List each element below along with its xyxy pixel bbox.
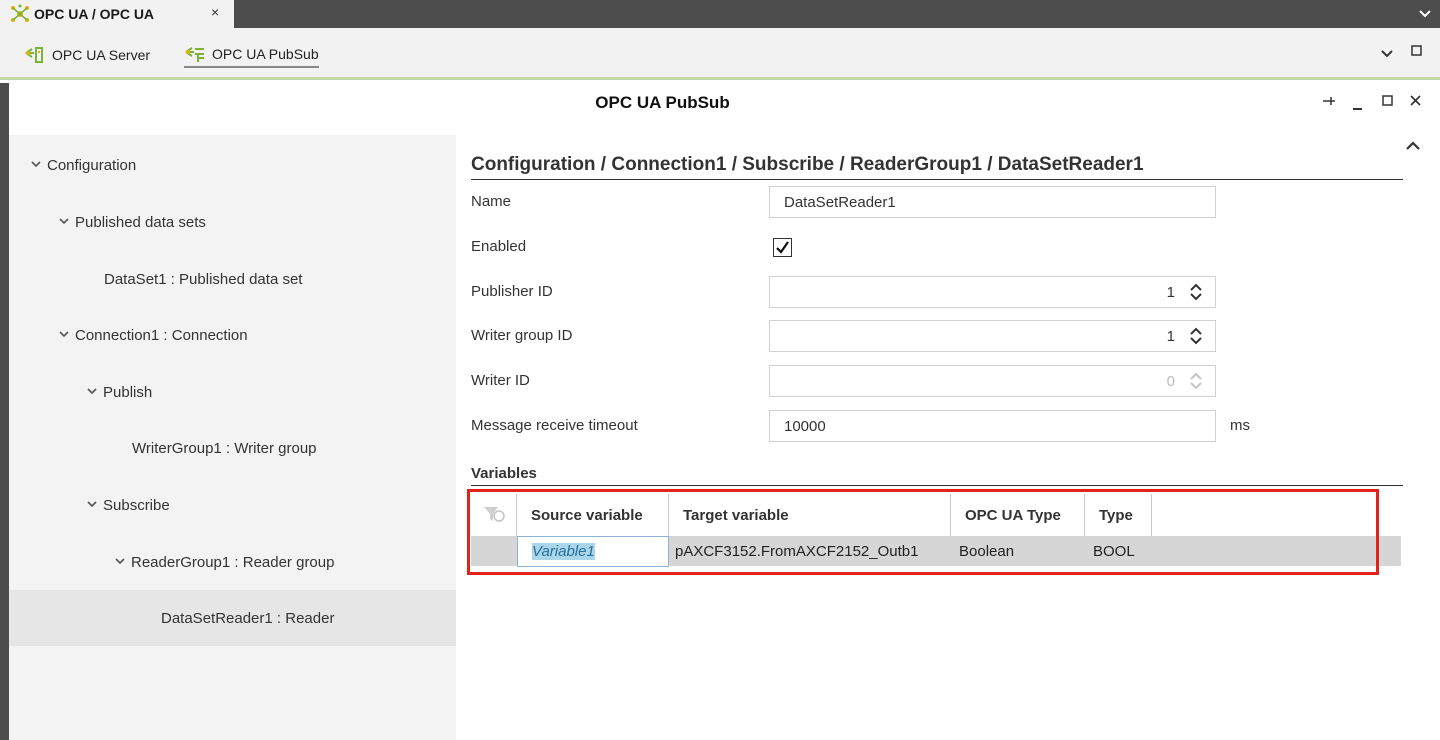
- target-variable-cell[interactable]: pAXCF3152.FromAXCF2152_Outb1: [669, 536, 951, 566]
- tree-item-datasetreader1[interactable]: DataSetReader1 : Reader: [9, 590, 456, 646]
- publisher-id-stepper[interactable]: 1: [769, 276, 1216, 308]
- editor-tab-strip: OPC UA / OPC UA ×: [0, 0, 1440, 28]
- tree-item-connection1[interactable]: Connection1 : Connection: [9, 307, 456, 363]
- writer-group-id-label: Writer group ID: [471, 327, 573, 344]
- tree-item-label: DataSetReader1 : Reader: [161, 609, 335, 627]
- publisher-id-label: Publisher ID: [471, 283, 553, 300]
- tab-opc-ua-pubsub[interactable]: OPC UA PubSub: [184, 42, 319, 68]
- close-tab-icon[interactable]: ×: [211, 4, 219, 20]
- chevron-down-icon[interactable]: [31, 159, 47, 171]
- name-input[interactable]: DataSetReader1: [769, 186, 1216, 218]
- chevron-up-icon[interactable]: [1406, 137, 1420, 153]
- chevron-down-icon[interactable]: [59, 329, 75, 341]
- column-header-opc-ua-type[interactable]: OPC UA Type: [951, 494, 1085, 536]
- tab-opc-ua[interactable]: OPC UA / OPC UA ×: [0, 0, 234, 28]
- maximize-icon[interactable]: [1411, 44, 1422, 59]
- writer-group-id-stepper[interactable]: 1: [769, 320, 1216, 352]
- tree-item-readergroup1[interactable]: ReaderGroup1 : Reader group: [9, 534, 456, 590]
- spinner-icon[interactable]: [1189, 282, 1203, 302]
- editor-toolbar: OPC UA Server OPC UA PubSub: [0, 28, 1440, 80]
- left-gutter: [0, 83, 9, 740]
- tree-item-published-data-sets[interactable]: Published data sets: [9, 194, 456, 250]
- tree-item-writergroup1[interactable]: WriterGroup1 : Writer group: [9, 420, 456, 476]
- tab-opc-ua-server[interactable]: OPC UA Server: [24, 42, 150, 68]
- tree-item-label: Subscribe: [103, 496, 170, 514]
- close-icon[interactable]: [1410, 94, 1421, 109]
- table-row[interactable]: Variable1 pAXCF3152.FromAXCF2152_Outb1 B…: [471, 536, 1401, 567]
- tab-label: OPC UA PubSub: [212, 46, 319, 62]
- chevron-down-icon[interactable]: [115, 556, 131, 568]
- tab-label: OPC UA / OPC UA: [34, 6, 155, 22]
- chevron-down-icon[interactable]: [59, 216, 75, 228]
- timeout-input[interactable]: 10000: [769, 410, 1216, 442]
- source-variable-value: Variable1: [532, 543, 595, 560]
- opc-ua-logo-icon: [11, 4, 29, 22]
- tab-label: OPC UA Server: [52, 47, 151, 63]
- tree-item-label: WriterGroup1 : Writer group: [132, 439, 317, 457]
- tree-item-publish[interactable]: Publish: [9, 364, 456, 420]
- spinner-icon: [1190, 372, 1202, 390]
- variables-grid: Source variable Target variable OPC UA T…: [471, 494, 1401, 572]
- tree-item-configuration[interactable]: Configuration: [9, 137, 456, 193]
- minimize-icon[interactable]: [1352, 98, 1363, 113]
- chevron-down-icon[interactable]: [87, 499, 103, 511]
- enabled-checkbox[interactable]: [773, 238, 792, 257]
- source-variable-cell-editor[interactable]: Variable1: [517, 536, 669, 567]
- variables-section-title: Variables: [471, 465, 1403, 486]
- pubsub-icon: [185, 47, 204, 62]
- tree-item-label: Published data sets: [75, 213, 206, 231]
- timeout-unit: ms: [1230, 417, 1250, 434]
- opc-ua-type-cell[interactable]: Boolean: [951, 536, 1085, 566]
- enabled-label: Enabled: [471, 238, 527, 255]
- column-header-target-variable[interactable]: Target variable: [669, 494, 951, 536]
- timeout-label: Message receive timeout: [471, 417, 638, 434]
- server-icon: [25, 47, 43, 63]
- pin-icon[interactable]: [1322, 94, 1336, 109]
- panel-title: OPC UA PubSub: [595, 93, 730, 112]
- publisher-id-value: 1: [1166, 284, 1175, 301]
- writer-group-id-value: 1: [1166, 328, 1175, 345]
- writer-id-value: 0: [1166, 373, 1175, 390]
- tree-item-label: Publish: [103, 383, 153, 401]
- spinner-icon[interactable]: [1189, 326, 1203, 346]
- tree-item-label: ReaderGroup1 : Reader group: [131, 553, 335, 571]
- configuration-tree: Configuration Published data sets DataSe…: [9, 135, 456, 740]
- checkmark-icon: [776, 241, 789, 254]
- chevron-down-icon[interactable]: [1416, 4, 1434, 24]
- tree-item-subscribe[interactable]: Subscribe: [9, 477, 456, 533]
- chevron-down-icon[interactable]: [87, 386, 103, 398]
- name-label: Name: [471, 193, 512, 210]
- breadcrumb: Configuration / Connection1 / Subscribe …: [471, 154, 1403, 180]
- filter-column[interactable]: [471, 494, 517, 536]
- tree-item-label: Configuration: [47, 156, 137, 174]
- type-cell[interactable]: BOOL: [1085, 536, 1152, 566]
- writer-id-stepper: 0: [769, 365, 1216, 397]
- grid-header: Source variable Target variable OPC UA T…: [471, 494, 1401, 536]
- column-header-type[interactable]: Type: [1085, 494, 1152, 536]
- tree-item-label: Connection1 : Connection: [75, 326, 248, 344]
- maximize-icon[interactable]: [1382, 94, 1393, 109]
- filter-icon[interactable]: [483, 505, 505, 525]
- writer-id-label: Writer ID: [471, 372, 530, 389]
- tree-item-dataset1[interactable]: DataSet1 : Published data set: [9, 251, 456, 307]
- tree-item-label: DataSet1 : Published data set: [104, 270, 303, 288]
- chevron-down-icon[interactable]: [1381, 46, 1393, 61]
- column-header-source-variable[interactable]: Source variable: [517, 494, 669, 536]
